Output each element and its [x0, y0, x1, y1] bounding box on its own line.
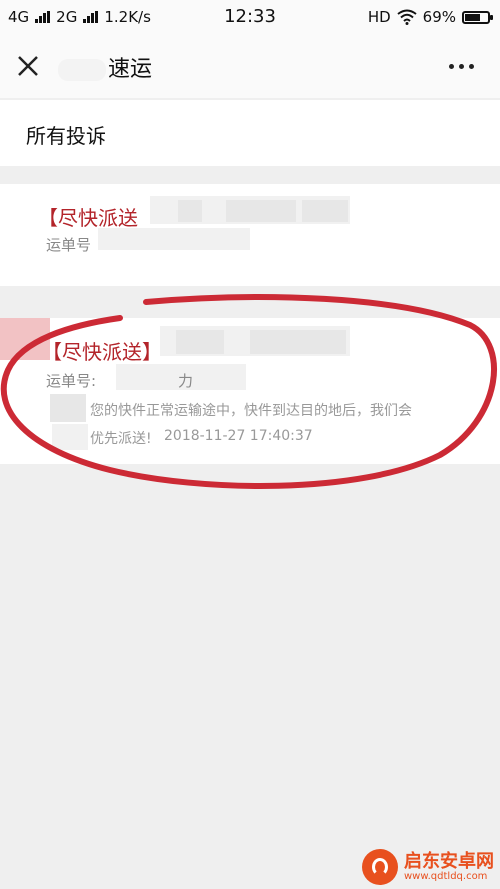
complaint-message-line2: 优先派送! — [90, 431, 152, 447]
app-bar: 速运 — [0, 34, 500, 98]
hd-label: HD — [367, 8, 391, 26]
tracking-number-tail: 力 — [178, 372, 194, 390]
battery-icon — [462, 10, 493, 24]
status-bar: 4G 2G 1.2K/s 12:33 HD 69% — [0, 0, 500, 34]
page-title: 速运 — [58, 51, 152, 83]
redacted-block — [50, 394, 86, 422]
complaint-message: 您的快件正常运输途中，快件到达目的地后，我们会 — [90, 403, 412, 419]
complaint-card[interactable]: 【尽快派送】 运单号: 力 您的快件正常运输途中，快件到达目的地后，我们会 优先… — [0, 318, 500, 464]
wifi-icon — [397, 9, 417, 25]
watermark-url: www.qdtldq.com — [404, 871, 488, 883]
redacted-block — [98, 228, 250, 250]
redacted-block — [250, 330, 346, 354]
section-header: 所有投诉 — [0, 100, 500, 166]
redacted-block — [226, 200, 296, 222]
complaint-time: 2018-11-27 17:40:37 — [164, 428, 313, 444]
redacted-block — [52, 424, 88, 450]
redacted-block — [178, 200, 202, 222]
page-title-text: 速运 — [108, 57, 153, 82]
redacted-title-part — [58, 59, 106, 81]
tracking-number-label: 运单号: — [46, 372, 97, 390]
watermark: 启东安卓网 www.qdtldq.com — [362, 849, 494, 885]
redacted-block — [176, 330, 224, 354]
status-bar-right: HD 69% — [367, 8, 493, 26]
close-icon[interactable] — [14, 52, 42, 80]
battery-fill — [465, 13, 480, 21]
watermark-name: 启东安卓网 — [404, 850, 494, 872]
complaint-card[interactable]: 【尽快派送 运单号 — [0, 184, 500, 286]
watermark-logo-icon — [362, 849, 398, 885]
redacted-block — [302, 200, 348, 222]
complaint-title: 【尽快派送】 — [42, 340, 162, 364]
section-title: 所有投诉 — [26, 124, 106, 148]
complaint-title: 【尽快派送 — [38, 206, 138, 230]
battery-percent: 69% — [422, 8, 456, 26]
more-icon[interactable] — [449, 64, 474, 69]
tracking-number-label: 运单号 — [46, 236, 92, 254]
